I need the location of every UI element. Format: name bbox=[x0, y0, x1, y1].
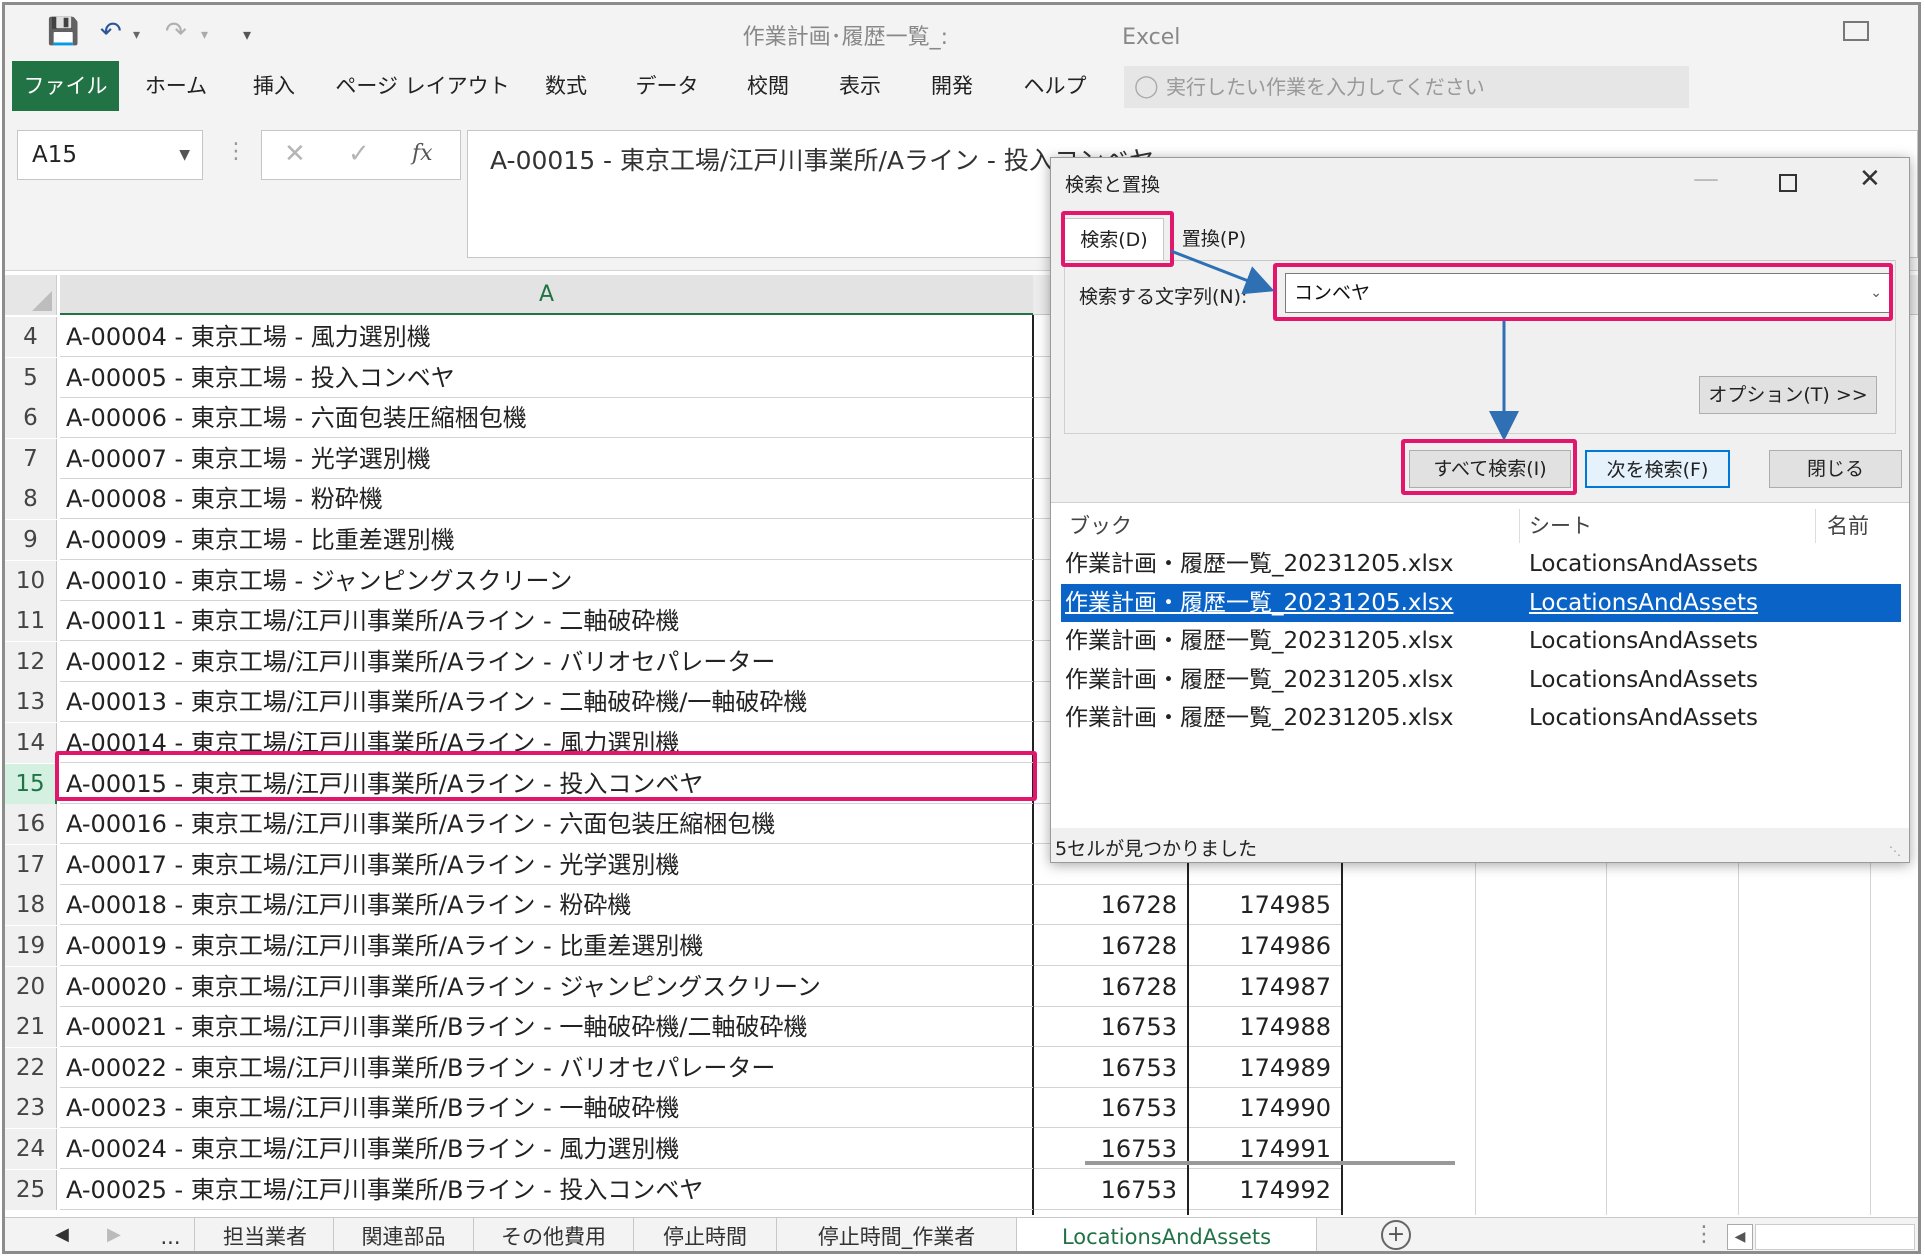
arrow-find-to-input bbox=[1170, 249, 1275, 295]
excel-window: 💾 ↶ ▾ ↷ ▾ ▾ 作業計画･履歴一覧_: Excel ファイル ホーム 挿… bbox=[2, 2, 1921, 1254]
annotation-arrows bbox=[1170, 249, 1519, 441]
